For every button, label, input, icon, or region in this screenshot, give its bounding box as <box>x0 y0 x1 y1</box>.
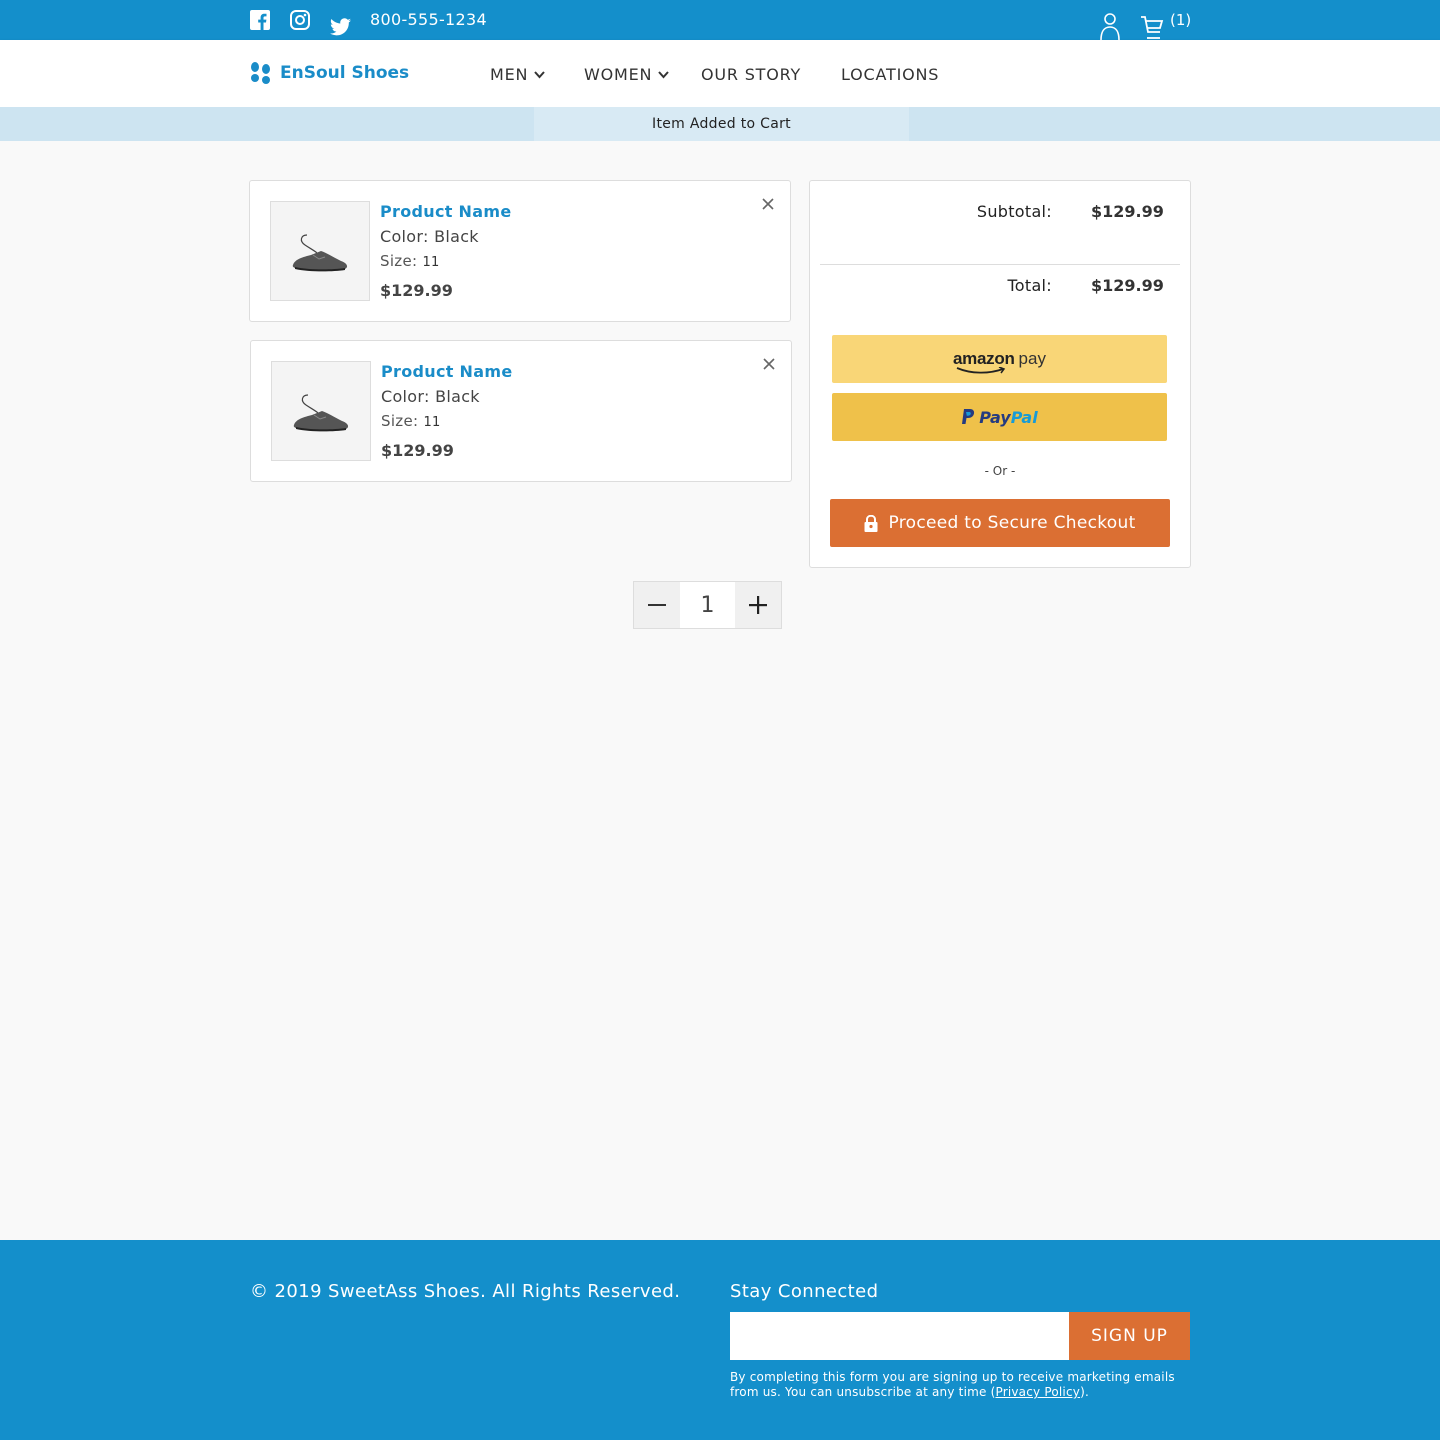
total-label: Total: <box>1007 276 1052 295</box>
paypal-button[interactable]: Pay Pal <box>832 393 1167 441</box>
product-name[interactable]: Product Name <box>381 362 512 381</box>
amazon-pay-suffix: pay <box>1018 349 1046 368</box>
chevron-down-icon <box>534 70 546 78</box>
product-size: Size: 11 <box>381 412 441 430</box>
product-size-label: Size: <box>381 412 419 430</box>
secure-checkout-label: Proceed to Secure Checkout <box>888 513 1136 533</box>
item-added-notice: Item Added to Cart <box>534 107 909 141</box>
product-color: Color: Black <box>380 227 479 246</box>
brand-logo[interactable]: EnSoul Shoes <box>250 62 409 84</box>
newsletter-email-field[interactable] <box>730 1312 1070 1360</box>
product-price: $129.99 <box>380 281 453 300</box>
brand-name: EnSoul Shoes <box>280 63 410 83</box>
subtotal-value: $129.99 <box>1091 202 1164 221</box>
disclaimer-suffix: ). <box>1080 1385 1089 1399</box>
amazon-wordmark: amazon <box>953 349 1015 368</box>
subtotal-label: Subtotal: <box>976 202 1052 221</box>
order-summary: Subtotal: $129.99 Total: $129.99 amazon … <box>809 180 1191 568</box>
amazon-pay-logo: amazon pay <box>953 349 1046 374</box>
newsletter-disclaimer: By completing this form you are signing … <box>730 1370 1200 1400</box>
product-name[interactable]: Product Name <box>380 202 511 221</box>
or-divider-text: - Or - <box>984 464 1016 478</box>
top-bar: 800-555-1234 (1) <box>0 0 1440 41</box>
disclaimer-text: By completing this form you are signing … <box>730 1370 1175 1399</box>
shoe-image <box>292 234 348 272</box>
facebook-icon[interactable] <box>250 10 270 30</box>
instagram-icon[interactable] <box>290 10 310 30</box>
footprints-icon <box>251 62 270 84</box>
site-footer: © 2019 SweetAss Shoes. All Rights Reserv… <box>0 1240 1440 1440</box>
chevron-down-icon <box>658 70 670 78</box>
amazon-smile-icon <box>956 367 1006 374</box>
nav-women-label: WOMEN <box>584 65 653 84</box>
remove-item-button[interactable] <box>762 196 774 214</box>
cart-count-badge[interactable]: (1) <box>1170 11 1191 29</box>
product-size-value: 11 <box>422 255 440 270</box>
nav-men[interactable]: MEN <box>490 65 546 84</box>
paypal-wordmark-pal: Pal <box>1010 407 1038 427</box>
sign-up-button[interactable]: SIGN UP <box>1069 1312 1190 1360</box>
product-size-value: 11 <box>423 415 441 430</box>
remove-item-button[interactable] <box>763 356 775 374</box>
nav-women[interactable]: WOMEN <box>584 65 670 84</box>
product-size-label: Size: <box>380 252 418 270</box>
product-color: Color: Black <box>381 387 480 406</box>
paypal-logo: Pay Pal <box>961 407 1038 427</box>
summary-divider <box>820 264 1180 265</box>
decrease-quantity-button[interactable] <box>634 582 680 628</box>
product-size: Size: 11 <box>380 252 440 270</box>
total-value: $129.99 <box>1091 276 1164 295</box>
quantity-input[interactable] <box>680 582 735 628</box>
nav-men-label: MEN <box>490 65 529 84</box>
plus-icon <box>749 596 767 614</box>
lock-icon <box>864 514 878 532</box>
stay-connected-heading: Stay Connected <box>730 1281 879 1302</box>
increase-quantity-button[interactable] <box>735 582 781 628</box>
cart-item: Product Name Color: Black Size: 11 $129.… <box>249 180 791 322</box>
amazon-pay-button[interactable]: amazon pay <box>832 335 1167 383</box>
privacy-policy-link[interactable]: Privacy Policy <box>995 1385 1080 1399</box>
nav-our-story-label: OUR STORY <box>701 65 802 84</box>
cart-item: Product Name Color: Black Size: 11 $129.… <box>250 340 792 482</box>
close-icon <box>763 358 775 370</box>
copyright-text: © 2019 SweetAss Shoes. All Rights Reserv… <box>250 1281 681 1302</box>
nav-locations[interactable]: LOCATIONS <box>841 65 939 84</box>
product-price: $129.99 <box>381 441 454 460</box>
secure-checkout-button[interactable]: Proceed to Secure Checkout <box>830 499 1170 547</box>
minus-icon <box>648 603 666 606</box>
close-icon <box>762 198 774 210</box>
twitter-icon[interactable] <box>330 18 351 36</box>
phone-number[interactable]: 800-555-1234 <box>370 10 487 29</box>
nav-locations-label: LOCATIONS <box>841 65 940 84</box>
nav-our-story[interactable]: OUR STORY <box>701 65 801 84</box>
shoe-image <box>293 394 349 432</box>
product-image[interactable] <box>271 361 371 461</box>
quantity-stepper <box>633 581 782 629</box>
paypal-wordmark-pay: Pay <box>979 407 1011 427</box>
paypal-icon <box>962 409 975 424</box>
product-image[interactable] <box>270 201 370 301</box>
main-navbar: EnSoul Shoes MEN WOMEN OUR STORY LOCATIO… <box>0 40 1440 107</box>
